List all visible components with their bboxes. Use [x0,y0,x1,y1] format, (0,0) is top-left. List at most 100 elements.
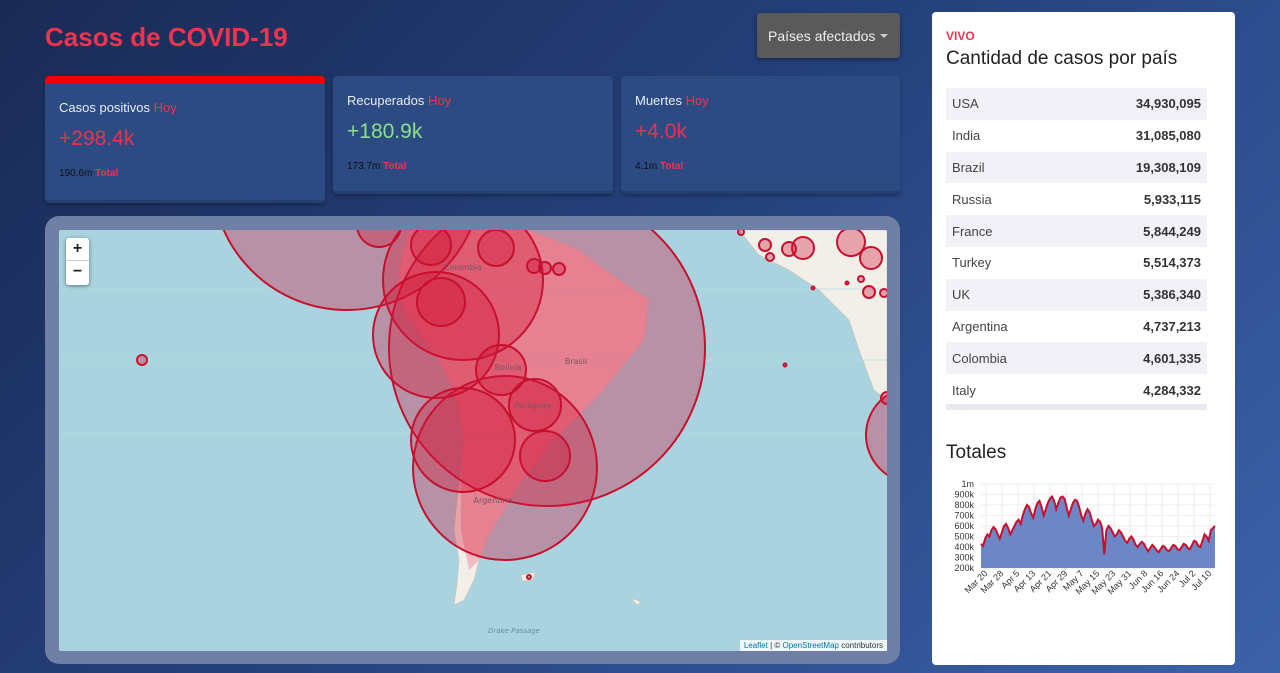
table-row: Colombia 4,601,335 [946,342,1207,375]
circle-africa-7 [862,285,876,299]
y-tick-label: 200k [954,563,974,573]
country-name: France [952,223,993,239]
map-label-bolivia: Bolivia [495,363,522,372]
y-tick-label: 700k [954,511,974,521]
country-cases: 4,737,213 [1143,318,1201,334]
country-name: Italy [952,382,976,398]
circle-africa-4 [859,246,883,270]
country-cases: 4,601,335 [1143,350,1201,366]
table-row: Italy 4,284,332 [946,374,1207,404]
card-positive-cases[interactable]: Casos positivos Hoy +298.4k 190.6m Total [45,76,325,203]
table-row: Brazil 19,308,109 [946,151,1207,184]
card-label-text: Recuperados [347,93,425,108]
country-cases: 34,930,095 [1135,96,1201,112]
card-value: +180.9k [347,120,423,143]
card-total-value: 4.1m [635,161,658,172]
circle-chile [410,387,516,493]
circle-panama [410,230,452,266]
totals-title: Totales [946,442,1007,463]
caret-down-icon [880,34,888,38]
card-label: Recuperados Hoy [347,93,451,108]
side-panel: VIVO Cantidad de casos por país USA 34,93… [932,12,1235,665]
card-total: 4.1m Total [635,161,683,172]
card-total-label: Total [383,161,407,172]
leaflet-link[interactable]: Leaflet [744,641,768,650]
circle-dot-1 [810,285,816,291]
card-label-text: Muertes [635,93,682,108]
panel-title: Cantidad de casos por país [946,48,1178,69]
cases-table[interactable]: USA 34,930,095 India 31,085,080 Brazil 19,3… [946,88,1207,410]
card-total-label: Total [660,161,684,172]
south-georgia-land [630,597,642,606]
circle-namibia [880,391,887,405]
country-name: Brazil [952,159,985,175]
y-tick-label: 900k [954,490,974,500]
today-tag: Hoy [685,93,709,108]
table-row: USA 34,930,095 [946,88,1207,120]
affected-countries-select[interactable]: Países afectados [757,13,900,58]
y-tick-label: 500k [954,532,974,542]
totals-chart-svg: 200k300k400k500k600k700k800k900k1mMar 20… [954,479,1216,596]
y-tick-label: 300k [954,553,974,563]
country-name: Russia [952,191,992,207]
country-name: UK [952,287,971,303]
circle-sr [538,261,552,275]
country-name: Argentina [952,318,1008,334]
country-cases: 4,284,332 [1143,382,1201,398]
live-badge: VIVO [946,29,975,43]
today-tag: Hoy [153,100,177,115]
map-label-colombia: Colombia [444,263,482,272]
country-name: USA [952,96,979,112]
osm-link[interactable]: OpenStreetMap [782,641,838,650]
card-label: Muertes Hoy [635,93,709,108]
country-cases: 5,844,249 [1143,223,1201,239]
country-name: Turkey [952,255,992,271]
zoom-in-button[interactable]: + [66,238,89,261]
table-row: Russia 5,933,115 [946,183,1207,215]
card-label-text: Casos positivos [59,100,151,115]
map-label-paraguay: Paraguay [514,401,552,410]
y-tick-label: 400k [954,542,974,552]
y-tick-label: 600k [954,521,974,531]
today-tag: Hoy [427,93,452,108]
card-value: +4.0k [635,120,687,143]
zoom-out-button[interactable]: − [66,261,89,284]
zoom-control: + − [66,238,89,285]
table-row: India 31,085,080 [946,120,1207,152]
circle-gf [552,262,566,276]
card-recovered[interactable]: Recuperados Hoy +180.9k 173.7m Total [333,76,613,194]
totals-chart: 200k 300k 400k 500k 600k 700k 800k 900k 1m Mar 20… [932,477,1235,627]
table-row: France 5,844,249 [946,215,1207,247]
card-deaths[interactable]: Muertes Hoy +4.0k 4.1m Total [621,76,900,194]
select-label: Países afectados [768,27,876,44]
circle-africa-3 [781,241,797,257]
circle-falklands [526,574,532,580]
circle-uruguay [519,430,571,482]
country-cases: 5,514,373 [1143,255,1201,271]
circle-dot-3 [844,280,850,286]
map-label-argentina: Argentina [473,496,512,505]
circle-africa-5 [758,238,772,252]
country-cases: 31,085,080 [1135,128,1201,144]
map-label-brasil: Brasil [565,357,587,366]
table-row: Argentina 4,737,213 [946,311,1207,343]
circle-dot-4 [737,230,745,236]
circle-ecuador [416,277,466,327]
circle-africa-9 [857,275,865,283]
country-cases: 19,308,109 [1135,159,1201,175]
country-cases: 5,386,340 [1143,287,1201,303]
circle-africa-8 [879,288,887,298]
map[interactable]: Colombia Bolivia Brasil Paraguay Argenti… [59,230,887,651]
card-total-value: 190.6m [59,168,93,179]
map-svg: Colombia Bolivia Brasil Paraguay Argenti… [59,230,887,635]
map-attribution: Leaflet | © OpenStreetMap contributors [739,640,887,651]
circle-pitcairn [136,354,148,366]
country-name: India [952,128,981,144]
card-value: +298.4k [59,127,135,150]
circle-dot-2 [782,362,788,368]
card-total: 173.7m Total [347,161,406,172]
y-tick-label: 800k [954,500,974,510]
table-row: UK 5,386,340 [946,278,1207,311]
table-row: Turkey 5,514,373 [946,247,1207,279]
card-total-value: 173.7m [347,161,381,172]
